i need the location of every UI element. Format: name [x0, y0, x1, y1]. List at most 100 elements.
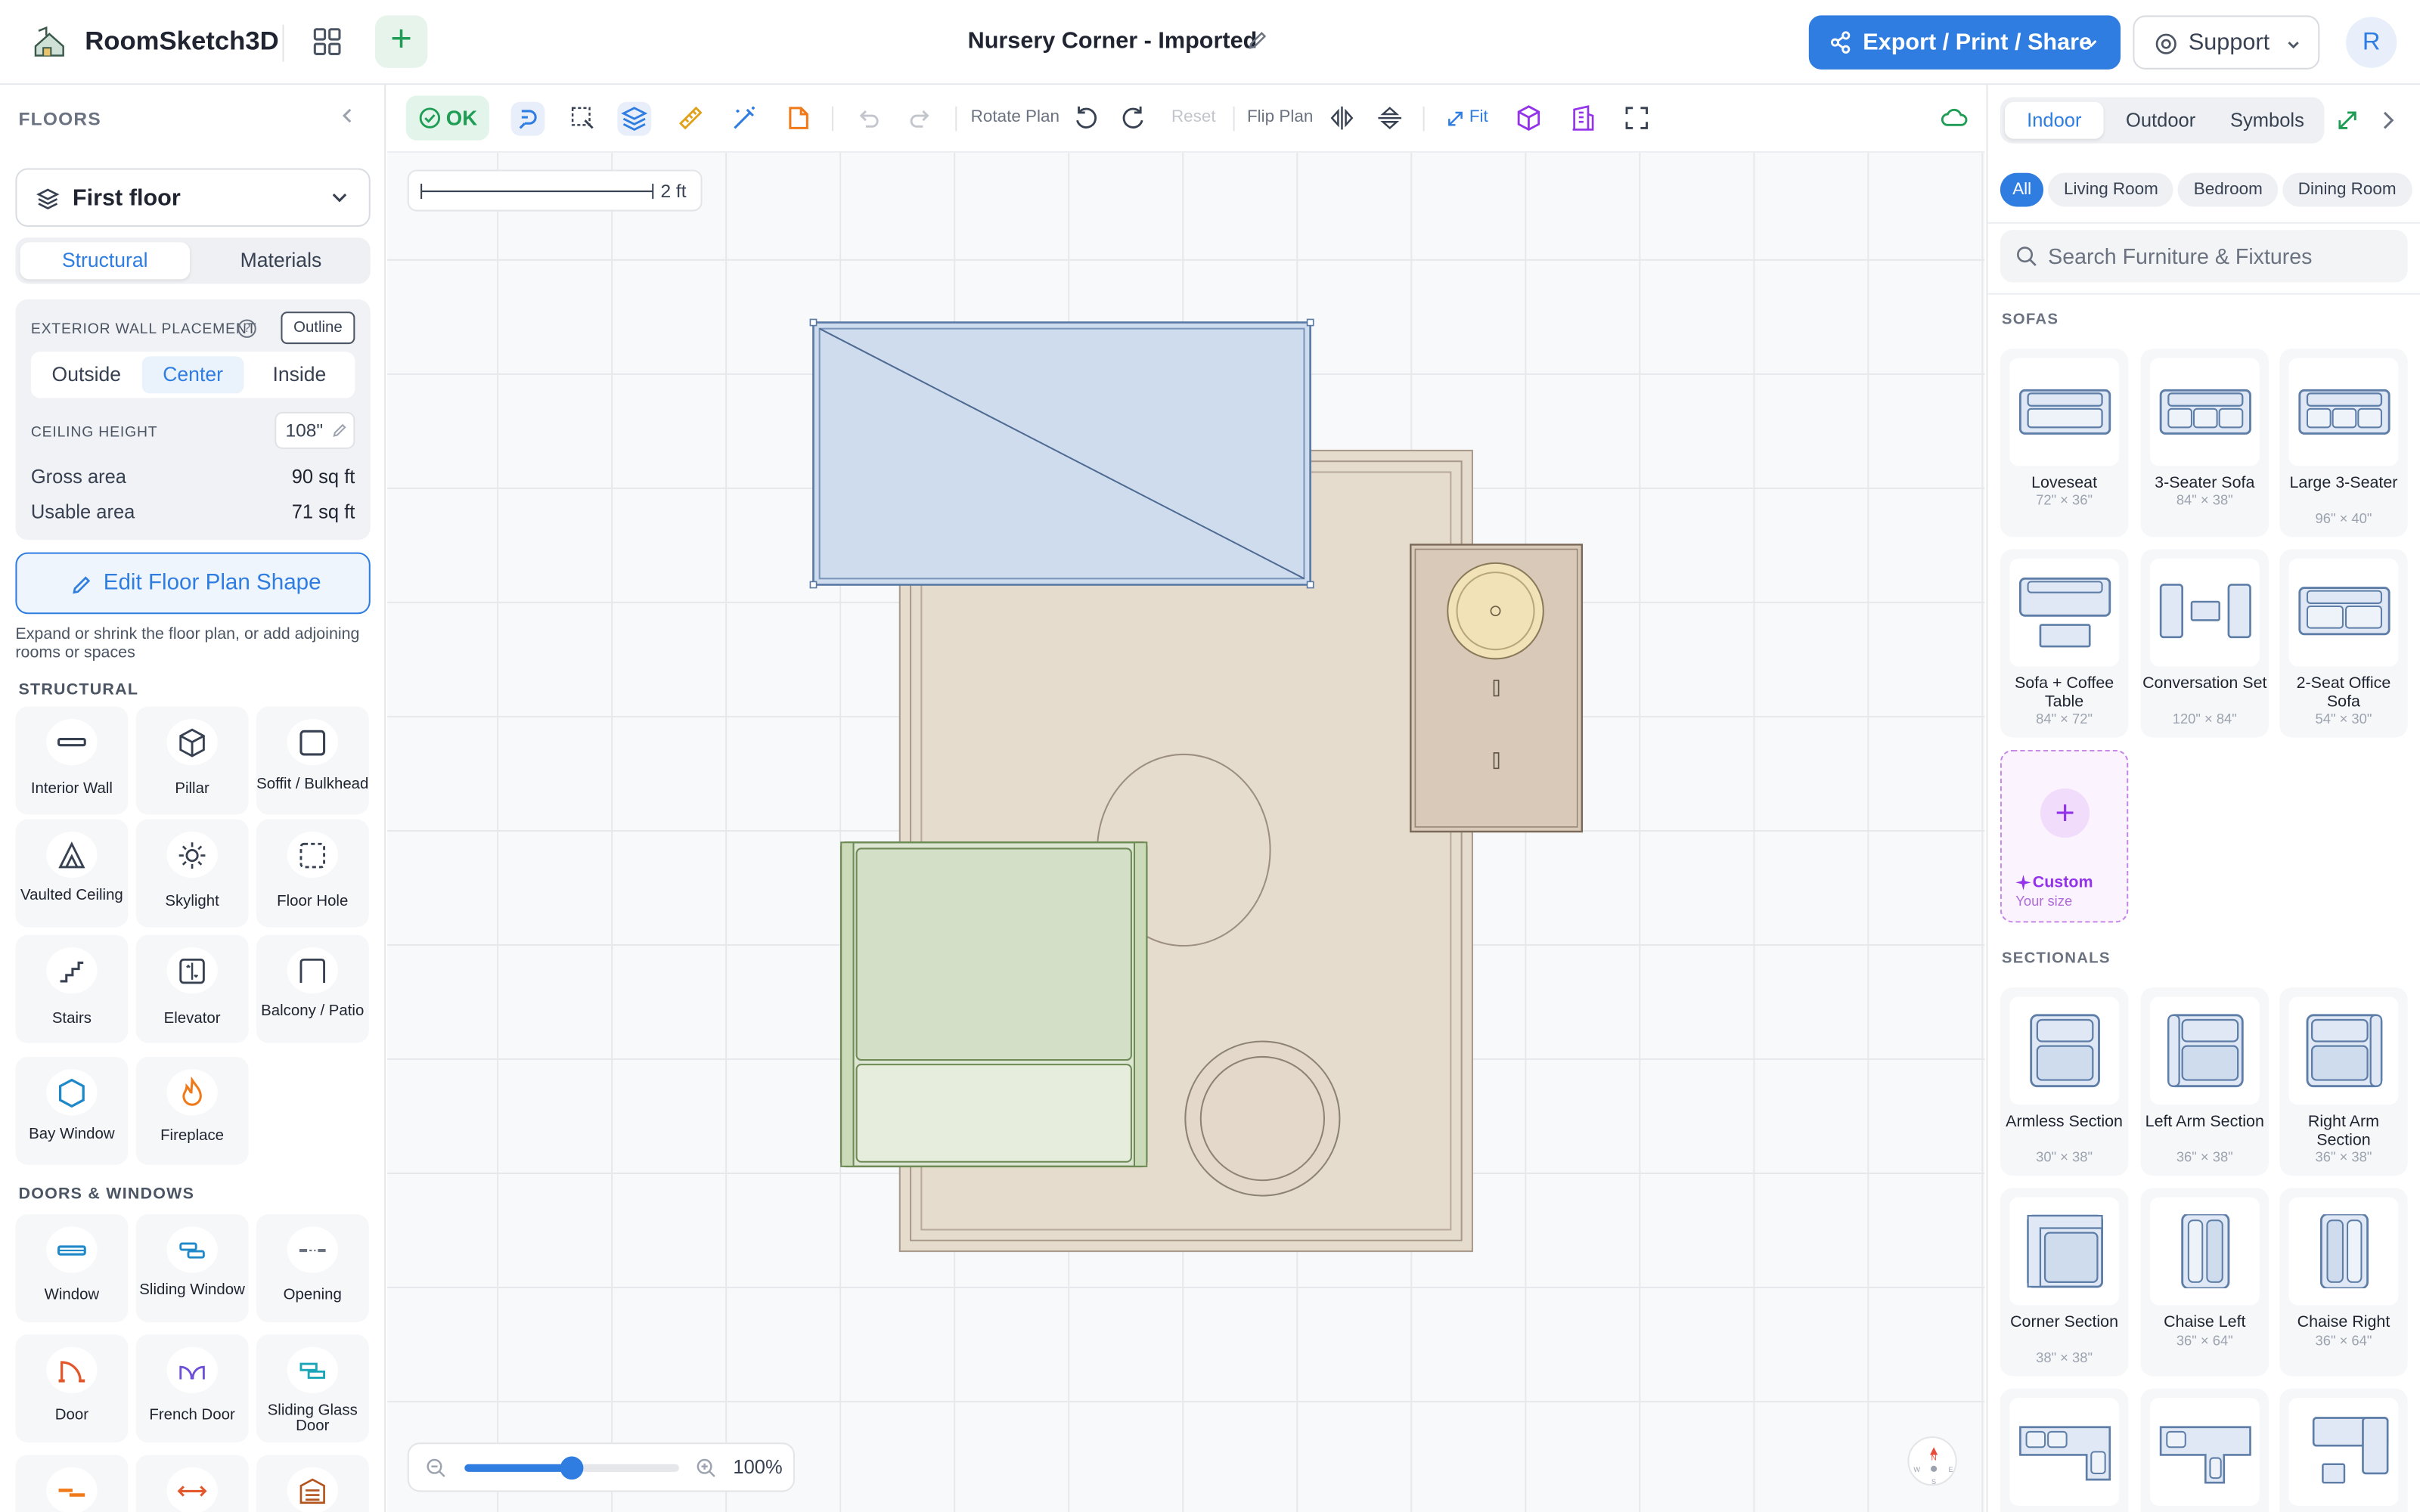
furniture-2-seat-office-sofa[interactable]: 2-Seat Office Sofa 54" × 30": [2279, 549, 2408, 738]
furniture-conversation-set[interactable]: Conversation Set 120" × 84": [2140, 549, 2269, 738]
outline-button[interactable]: Outline: [281, 311, 355, 345]
tool-french-door[interactable]: French Door: [135, 1334, 249, 1443]
compass[interactable]: N W E S: [1907, 1436, 1957, 1486]
tool-sliding-window[interactable]: Sliding Window: [135, 1214, 249, 1322]
tool-pillar[interactable]: Pillar: [135, 706, 249, 815]
building-icon[interactable]: [1568, 104, 1597, 133]
tab-structural[interactable]: Structural: [20, 242, 191, 280]
tool-fireplace[interactable]: Fireplace: [135, 1056, 249, 1165]
tab-outdoor[interactable]: Outdoor: [2111, 102, 2211, 139]
glider-chair[interactable]: [840, 841, 1148, 1168]
furniture-name: Right Arm Section: [2307, 1112, 2379, 1150]
expand-panel-icon[interactable]: [2335, 108, 2360, 133]
placement-inside[interactable]: Inside: [249, 356, 351, 393]
redo-icon[interactable]: [906, 104, 935, 133]
logo-icon: [34, 26, 64, 57]
cloud-saved-icon[interactable]: [1940, 104, 1969, 133]
furniture-left-arm-section[interactable]: Left Arm Section 36" × 38": [2140, 987, 2269, 1176]
furniture-corner-section[interactable]: Corner Section 38" × 38": [2000, 1188, 2129, 1377]
tool-skylight[interactable]: Skylight: [135, 819, 249, 928]
tab-materials[interactable]: Materials: [196, 242, 365, 279]
zoom-slider-handle[interactable]: [560, 1456, 584, 1480]
tool-barn-door[interactable]: [135, 1455, 249, 1512]
tool-balcony[interactable]: Balcony / Patio: [256, 934, 369, 1043]
chip-bedroom[interactable]: Bedroom: [2178, 172, 2279, 207]
tab-symbols[interactable]: Symbols: [2218, 102, 2317, 139]
furniture-sofa-with-ottoman[interactable]: [2279, 1388, 2408, 1512]
undo-icon[interactable]: [854, 104, 883, 133]
magnet-snap-icon[interactable]: [510, 101, 545, 136]
tool-window[interactable]: Window: [15, 1214, 129, 1322]
zoom-in-icon[interactable]: [696, 1458, 716, 1479]
fullscreen-icon[interactable]: [1622, 104, 1652, 133]
furniture-armless-section[interactable]: Armless Section 30" × 38": [2000, 987, 2129, 1176]
tool-label: Sliding Window: [139, 1281, 245, 1300]
layers-icon[interactable]: [617, 101, 652, 136]
rotate-right-icon[interactable]: [1119, 104, 1149, 133]
user-avatar[interactable]: R: [2346, 17, 2397, 68]
placement-outside[interactable]: Outside: [36, 356, 138, 393]
pencil-icon[interactable]: [1247, 29, 1269, 51]
tool-opening[interactable]: Opening: [256, 1214, 369, 1322]
tool-interior-wall[interactable]: Interior Wall: [15, 706, 129, 815]
furniture-name: Chaise Right: [2297, 1312, 2391, 1332]
collapse-panel-icon[interactable]: [338, 107, 356, 125]
reset-rotation-button[interactable]: Reset: [1171, 108, 1216, 126]
crib[interactable]: [809, 318, 1314, 589]
furniture-l-sectional-2[interactable]: [2140, 1388, 2269, 1512]
chip-living-room[interactable]: Living Room: [2048, 172, 2174, 207]
furniture-sofa-coffee-table[interactable]: Sofa + Coffee Table 84" × 72": [2000, 549, 2129, 738]
3d-cube-icon[interactable]: [1514, 104, 1544, 133]
tab-indoor[interactable]: Indoor: [2004, 101, 2104, 139]
select-area-icon[interactable]: [568, 104, 597, 133]
furniture-custom-size[interactable]: + Custom Your size: [2000, 749, 2129, 923]
chevron-right-icon[interactable]: [2377, 110, 2399, 132]
document-title[interactable]: Nursery Corner - Imported: [968, 28, 1258, 54]
tool-door[interactable]: Door: [15, 1334, 129, 1443]
fit-button[interactable]: Fit: [1469, 108, 1488, 126]
furniture-chaise-right[interactable]: Chaise Right 36" × 64": [2279, 1188, 2408, 1377]
tool-bay-window[interactable]: Bay Window: [15, 1056, 129, 1165]
tool-elevator[interactable]: Elevator: [135, 934, 249, 1043]
furniture-loveseat[interactable]: Loveseat 72" × 36": [2000, 349, 2129, 538]
support-button[interactable]: Support: [2133, 15, 2320, 70]
new-project-button[interactable]: +: [374, 15, 428, 68]
divider: [1423, 106, 1425, 132]
tool-soffit[interactable]: Soffit / Bulkhead: [256, 706, 369, 815]
document-icon[interactable]: [784, 104, 814, 133]
status-badge[interactable]: OK: [405, 95, 489, 141]
rotate-left-icon[interactable]: [1071, 104, 1100, 133]
floor-plan-canvas[interactable]: 2 ft 100% N W E S: [387, 153, 1985, 1512]
furniture-search[interactable]: Search Furniture & Fixtures: [2000, 230, 2408, 283]
round-side-table[interactable]: [1184, 1040, 1341, 1197]
compass-e: E: [1949, 1466, 1953, 1473]
ceiling-height-field[interactable]: 108": [275, 411, 355, 449]
furniture-right-arm-section[interactable]: Right Arm Section 36" × 38": [2279, 987, 2408, 1176]
zoom-out-icon[interactable]: [426, 1458, 446, 1479]
magic-wand-icon[interactable]: [730, 104, 759, 133]
furniture-chaise-left[interactable]: Chaise Left 36" × 64": [2140, 1188, 2269, 1377]
tool-sliding-glass-door[interactable]: Sliding Glass Door: [256, 1334, 369, 1443]
ruler-icon[interactable]: [676, 104, 706, 133]
chip-dining-room[interactable]: Dining Room: [2282, 172, 2412, 207]
edit-floor-plan-button[interactable]: Edit Floor Plan Shape: [15, 552, 371, 615]
flip-vertical-icon[interactable]: [1375, 104, 1404, 133]
pocket-door-icon: [58, 1489, 85, 1497]
zoom-slider-track[interactable]: [464, 1456, 679, 1480]
furniture-large-3-seater[interactable]: Large 3-Seater 96" × 40": [2279, 349, 2408, 538]
placement-center[interactable]: Center: [141, 356, 244, 394]
furniture-3-seater-sofa[interactable]: 3-Seater Sofa 84" × 38": [2140, 349, 2269, 538]
tool-floor-hole[interactable]: Floor Hole: [256, 819, 369, 928]
dashboard-grid-icon[interactable]: [310, 25, 344, 59]
tool-vaulted-ceiling[interactable]: Vaulted Ceiling: [15, 819, 129, 928]
export-button[interactable]: Export / Print / Share: [1808, 15, 2121, 70]
floor-selector[interactable]: First floor: [15, 168, 371, 227]
help-icon[interactable]: ?: [237, 319, 256, 338]
flip-horizontal-icon[interactable]: [1327, 104, 1357, 133]
furniture-l-sectional[interactable]: [2000, 1388, 2129, 1512]
tool-pocket-door[interactable]: [15, 1455, 129, 1512]
chip-all[interactable]: All: [2000, 172, 2044, 207]
tool-stairs[interactable]: Stairs: [15, 934, 129, 1043]
nightstand-with-lamp[interactable]: [1410, 544, 1584, 833]
tool-garage-door[interactable]: [256, 1455, 369, 1512]
